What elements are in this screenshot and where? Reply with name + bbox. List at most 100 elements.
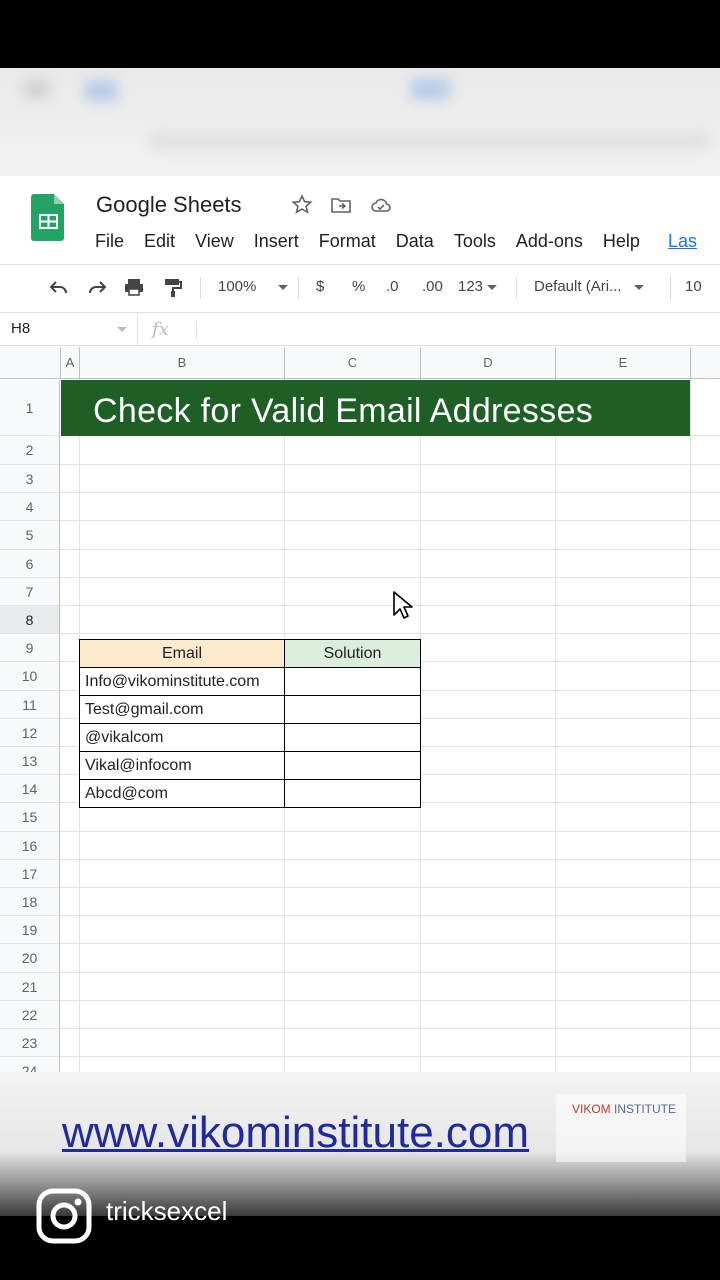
menu-file[interactable]: File	[85, 228, 134, 254]
row-header-1[interactable]: 1	[0, 380, 60, 436]
zoom-value: 100%	[218, 278, 257, 295]
column-header-e[interactable]: E	[556, 347, 691, 378]
fx-icon: fx	[152, 319, 169, 340]
logo-text-part2: INSTITUTE	[614, 1102, 677, 1116]
row-gridline	[60, 576, 720, 578]
row-header-4[interactable]: 4	[0, 493, 60, 522]
row-header-13[interactable]: 13	[0, 747, 60, 776]
row-gridline	[60, 971, 720, 973]
solution-cell[interactable]	[284, 779, 421, 808]
name-box[interactable]: H8	[0, 313, 138, 345]
font-size-select[interactable]: 10	[685, 275, 702, 299]
solution-cell[interactable]	[284, 695, 421, 724]
row-header-7[interactable]: 7	[0, 577, 60, 606]
row-header-23[interactable]: 23	[0, 1029, 60, 1058]
menu-insert[interactable]: Insert	[244, 228, 309, 254]
row-header-22[interactable]: 22	[0, 1000, 60, 1029]
row-gridline	[60, 830, 720, 832]
row-gridline	[60, 887, 720, 888]
row-gridline	[60, 943, 720, 945]
row-gridline	[60, 633, 720, 635]
last-edit-link[interactable]: Las	[650, 228, 707, 254]
email-cell[interactable]: Test@gmail.com	[79, 695, 285, 724]
row-header-16[interactable]: 16	[0, 831, 60, 860]
row-header-18[interactable]: 18	[0, 888, 60, 917]
font-select[interactable]: Default (Ari...	[534, 275, 644, 299]
row-header-9[interactable]: 9	[0, 634, 60, 663]
solution-cell[interactable]	[284, 751, 421, 780]
chevron-down-icon[interactable]	[117, 327, 127, 332]
row-header-6[interactable]: 6	[0, 549, 60, 578]
menu-bar: File Edit View Insert Format Data Tools …	[85, 228, 707, 254]
zoom-select[interactable]: 100%	[218, 275, 289, 299]
row-gridline	[60, 605, 720, 606]
row-header-24[interactable]: 24	[0, 1057, 60, 1072]
row-gridline	[60, 492, 720, 494]
row-header-12[interactable]: 12	[0, 718, 60, 747]
sheets-app: Google Sheets File Edit View Insert Form…	[0, 176, 720, 1072]
row-header-10[interactable]: 10	[0, 662, 60, 691]
menu-edit[interactable]: Edit	[134, 228, 185, 254]
undo-icon[interactable]	[48, 275, 70, 299]
doc-title[interactable]: Google Sheets	[96, 192, 242, 218]
decrease-decimal-button[interactable]: .0	[386, 275, 399, 299]
menu-tools[interactable]: Tools	[444, 228, 506, 254]
sheet-title: Check for Valid Email Addresses	[93, 392, 593, 430]
email-cell[interactable]: Vikal@infocom	[79, 751, 285, 780]
column-header-b[interactable]: B	[80, 347, 285, 378]
row-header-15[interactable]: 15	[0, 803, 60, 832]
email-cell[interactable]: Info@vikominstitute.com	[79, 667, 285, 696]
name-box-value: H8	[11, 320, 31, 337]
row-gridline	[60, 464, 720, 465]
row-header-17[interactable]: 17	[0, 859, 60, 888]
logo-text-part1: VIKOM	[572, 1102, 611, 1116]
row-header-19[interactable]: 19	[0, 916, 60, 945]
solution-cell[interactable]	[284, 667, 421, 696]
star-icon[interactable]	[290, 193, 314, 217]
redo-icon[interactable]	[86, 275, 108, 299]
column-header-c[interactable]: C	[285, 347, 421, 378]
menu-add-ons[interactable]: Add-ons	[506, 228, 593, 254]
column-header-d[interactable]: D	[421, 347, 556, 378]
spreadsheet-grid[interactable]: A B C D E 1 2 3 4 5 6 7 8 9 10 11 12 13 14 15 16 17 18 19 2…	[0, 347, 720, 1072]
more-formats-button[interactable]: 123	[458, 275, 498, 299]
currency-button[interactable]: $	[316, 275, 324, 299]
row-header-11[interactable]: 11	[0, 690, 60, 719]
email-cell[interactable]: @vikalcom	[79, 723, 285, 752]
solution-cell[interactable]	[284, 723, 421, 752]
column-header-row: A B C D E	[0, 347, 720, 379]
row-header-5[interactable]: 5	[0, 521, 60, 550]
cloud-status-icon[interactable]	[369, 193, 393, 217]
row-header-8[interactable]: 8	[0, 606, 60, 635]
print-icon[interactable]	[122, 275, 146, 299]
sheets-logo-icon[interactable]	[31, 192, 66, 242]
row-gridline	[60, 915, 720, 917]
email-header-cell[interactable]: Email	[79, 639, 285, 668]
row-gridline	[60, 858, 720, 860]
paint-format-icon[interactable]	[162, 275, 184, 299]
blurred-browser-chrome	[0, 68, 720, 176]
percent-button[interactable]: %	[352, 275, 365, 299]
row-header-3[interactable]: 3	[0, 465, 60, 494]
menu-data[interactable]: Data	[386, 228, 444, 254]
solution-header-cell[interactable]: Solution	[284, 639, 421, 668]
row-header-20[interactable]: 20	[0, 944, 60, 973]
increase-decimal-button[interactable]: .00	[422, 275, 443, 299]
watermark-logo-text: VIKOM INSTITUTE	[572, 1102, 676, 1116]
select-all-corner[interactable]	[0, 347, 61, 378]
menu-view[interactable]: View	[185, 228, 244, 254]
row-header-14[interactable]: 14	[0, 775, 60, 804]
row-gridline	[60, 999, 720, 1001]
toolbar: 100% $ % .0 .00 123 Default (Ari... 10	[0, 264, 720, 310]
website-link[interactable]: www.vikominstitute.com	[62, 1108, 529, 1158]
row-header-21[interactable]: 21	[0, 972, 60, 1001]
menu-format[interactable]: Format	[309, 228, 386, 254]
menu-help[interactable]: Help	[593, 228, 650, 254]
email-cell[interactable]: Abcd@com	[79, 779, 285, 808]
column-header-a[interactable]: A	[61, 347, 80, 378]
row-gridline	[60, 1056, 720, 1058]
instagram-handle: tricksexcel	[106, 1196, 228, 1226]
instagram-icon[interactable]	[36, 1188, 92, 1244]
row-header-2[interactable]: 2	[0, 436, 60, 465]
move-to-folder-icon[interactable]	[329, 193, 353, 217]
